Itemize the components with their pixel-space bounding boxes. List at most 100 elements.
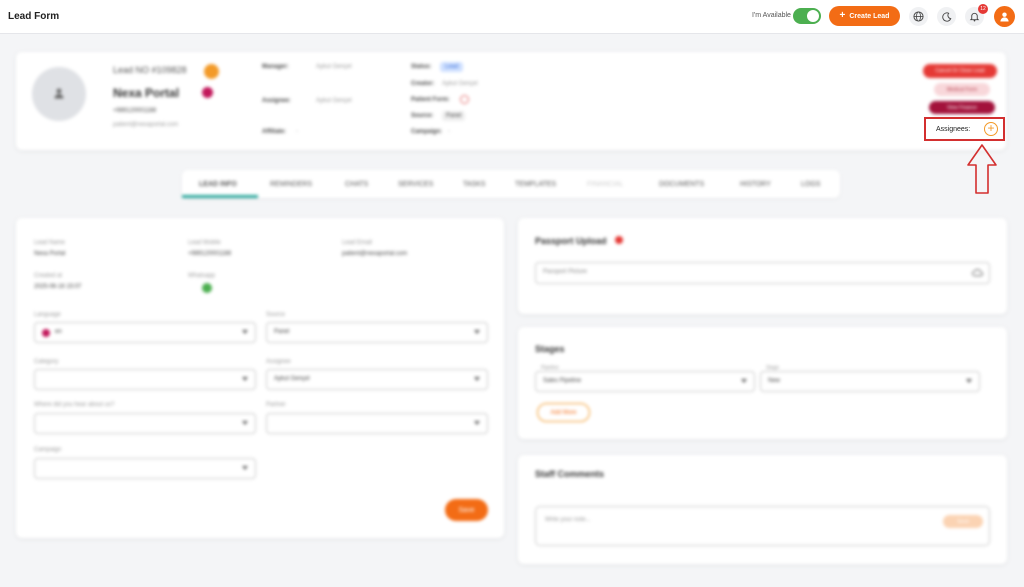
assignee-field-label: Assignee [266,359,291,365]
lead-header-card: Lead NO #109828 Nexa Portal +98912000118… [16,52,1006,150]
tab-history[interactable]: HISTORY [740,181,771,188]
chevron-down-icon [474,330,480,334]
campaign-value: - [448,129,450,135]
toggle-knob [807,10,819,22]
plus-icon: + [839,10,846,21]
chevron-down-icon [966,379,972,383]
assignee-value: Aykut Gençel [274,376,310,382]
tab-financial[interactable]: FINANCIAL [587,181,624,188]
campaign-field-label: Campaign [34,447,62,453]
whatsapp-label: Whatsapp [188,273,216,279]
source-label: Source: [411,113,434,119]
chevron-down-icon [242,421,248,425]
partner-select[interactable] [266,413,488,434]
passport-upload-input[interactable]: Passport Picture [535,262,990,284]
hear-about-label: Where did you hear about us? [34,402,115,408]
user-icon [1000,12,1009,22]
tab-services[interactable]: SERVICES [398,181,433,188]
patient-form-label: Patient Form: [411,97,450,103]
tab-reminders[interactable]: REMINDERS [270,181,312,188]
lead-mobile-value: +989120001188 [188,251,232,257]
top-bar: Lead Form I'm Available + Create Lead 12 [0,0,1024,34]
creator-label: Creator: [411,81,435,87]
tab-lead-info[interactable]: LEAD INFO [199,181,237,188]
tab-documents[interactable]: DOCUMENTS [659,181,704,188]
globe-icon [913,11,924,22]
lead-phone: +989120001188 [113,108,157,114]
tab-templates[interactable]: TEMPLATES [515,181,556,188]
notifications-button[interactable]: 12 [965,4,988,26]
lead-info-card: Lead Name Nexa Portal Lead Mobile +98912… [16,218,504,538]
lead-name-label: Lead Name [34,240,66,246]
lead-badge-icon [204,64,219,79]
chevron-down-icon [242,466,248,470]
page-content: Lead NO #109828 Nexa Portal +98912000118… [0,35,1024,587]
status-badge: Lead [440,62,464,72]
chevron-down-icon [474,377,480,381]
passport-title: Passport Upload [535,236,607,246]
stages-title: Stages [535,344,565,354]
lead-email-label: Lead Email [342,240,373,246]
chevron-down-icon [242,330,248,334]
assignee-label: Assignee: [262,98,291,104]
view-finance-button[interactable]: View Finance [929,101,995,114]
manager-value: Aykut Gençel [316,64,352,70]
comment-input[interactable]: Write your note... Send [535,506,990,546]
patient-form-icon [460,95,469,104]
send-button[interactable]: Send [943,515,983,528]
cloud-upload-icon [972,269,983,277]
bell-icon [969,12,980,22]
campaign-select[interactable] [34,458,256,479]
stage-select[interactable]: New [760,371,980,392]
assignees-label: Assignees: [936,126,971,133]
affiliate-value: - [296,129,298,135]
lead-email-value: patient@nexaportal.com [342,251,408,257]
medical-form-button[interactable]: Medical Form [934,83,990,96]
passport-placeholder: Passport Picture [543,269,588,275]
lead-email: patient@nexaportal.com [113,122,179,128]
status-label: Status: [411,64,432,70]
tab-chats[interactable]: CHATS [345,181,368,188]
staff-comments-title: Staff Comments [535,469,605,479]
whatsapp-icon[interactable] [202,283,212,293]
availability-toggle[interactable] [793,8,821,24]
page-title: Lead Form [8,11,60,22]
notifications-badge: 12 [978,4,988,14]
theme-button[interactable] [937,7,956,26]
flag-icon [202,87,213,98]
create-lead-button[interactable]: + Create Lead [829,6,900,26]
save-button[interactable]: Save [445,499,488,521]
hear-about-select[interactable] [34,413,256,434]
source-value: Panel [274,329,290,335]
affiliate-label: Affiliate: [262,129,286,135]
language-label: Language [34,312,61,318]
source-select[interactable]: Panel [266,322,488,343]
stage-value: New [768,378,781,384]
pipeline-select[interactable]: Sales Pipeline [535,371,755,392]
assignee-select[interactable]: Aykut Gençel [266,369,488,390]
add-more-button[interactable]: Add More [537,403,590,422]
tab-logs[interactable]: LOGS [801,181,820,188]
language-button[interactable] [909,7,928,26]
partner-label: Partner [266,402,286,408]
tab-tasks[interactable]: TASKS [463,181,485,188]
category-select[interactable] [34,369,256,390]
category-label: Category [34,359,59,365]
add-assignee-icon[interactable]: + [984,122,998,136]
language-select[interactable]: en [34,322,256,343]
user-avatar[interactable] [994,6,1015,27]
cancel-lead-button[interactable]: Cancel Or Close Lead [923,64,997,78]
stages-card: Stages Pipeline Sales Pipeline Stage New… [518,327,1007,439]
lead-name: Nexa Portal [113,86,180,100]
campaign-label: Campaign: [411,129,443,135]
passport-card: Passport Upload Passport Picture [518,218,1007,314]
chevron-down-icon [741,379,747,383]
creator-value: Aykut Gençel [442,81,478,87]
lead-avatar [32,67,86,121]
availability-label: I'm Available [752,12,791,19]
created-label: Created at [34,273,63,279]
chevron-down-icon [474,421,480,425]
required-icon [615,236,623,244]
moon-icon [941,11,951,22]
create-lead-label: Create Lead [849,12,890,20]
